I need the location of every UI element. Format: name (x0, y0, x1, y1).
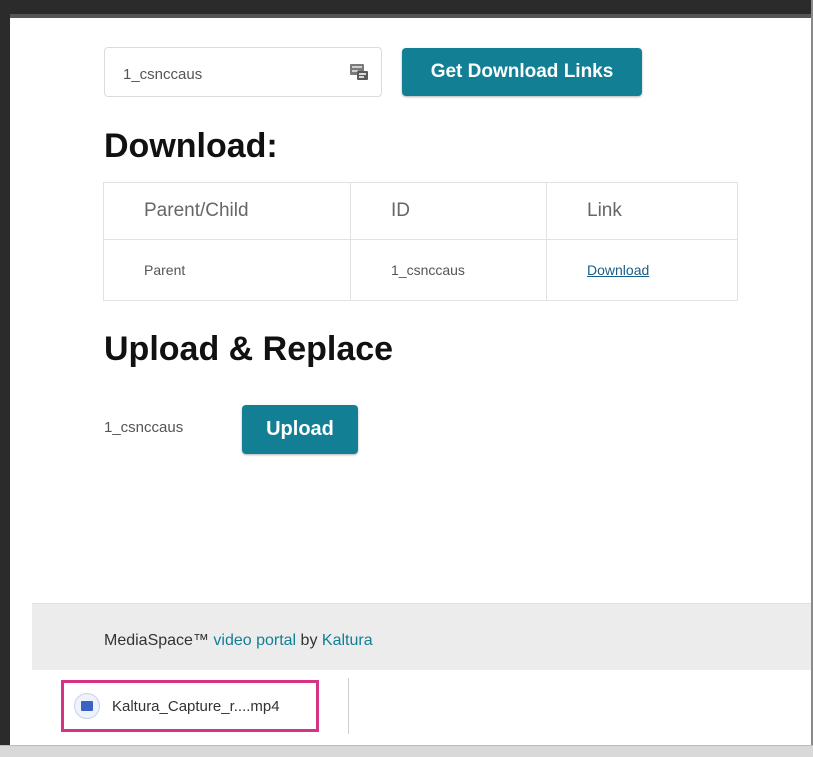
entry-id-input[interactable] (121, 62, 345, 86)
download-shelf: Kaltura_Capture_r....mp4 (10, 670, 811, 745)
download-table: Parent/Child ID Link Parent 1_csnccaus D… (103, 182, 738, 301)
window-bottom-frame (0, 745, 813, 757)
footer-credit: MediaSpace™ video portal by Kaltura (104, 632, 373, 650)
download-link[interactable]: Download (587, 262, 649, 278)
downloaded-file-item[interactable]: Kaltura_Capture_r....mp4 (61, 680, 319, 732)
shelf-divider (348, 678, 349, 734)
downloaded-file-name: Kaltura_Capture_r....mp4 (112, 697, 280, 715)
column-header-parent-child: Parent/Child (103, 182, 351, 240)
kaltura-link[interactable]: Kaltura (322, 632, 373, 649)
table-header-row: Parent/Child ID Link (103, 182, 738, 240)
footer-by: by (296, 632, 322, 649)
column-header-link: Link (546, 182, 738, 240)
upload-button[interactable]: Upload (242, 405, 358, 454)
window-left-frame (0, 0, 10, 756)
video-file-icon (74, 693, 100, 719)
video-portal-link[interactable]: video portal (213, 632, 296, 649)
page-footer: MediaSpace™ video portal by Kaltura (32, 603, 811, 671)
get-download-links-button[interactable]: Get Download Links (402, 48, 642, 96)
window-top-frame (0, 0, 813, 18)
column-header-id: ID (350, 182, 547, 240)
row-link-cell: Download (546, 239, 738, 301)
row-id-cell: 1_csnccaus (350, 239, 547, 301)
upload-replace-heading: Upload & Replace (104, 330, 394, 368)
upload-entry-id: 1_csnccaus (104, 419, 184, 436)
row-type-cell: Parent (103, 239, 351, 301)
autofill-card-icon[interactable] (349, 62, 369, 82)
entry-id-field[interactable] (104, 47, 382, 97)
table-row: Parent 1_csnccaus Download (103, 239, 738, 301)
download-heading: Download: (104, 127, 278, 165)
footer-prefix: MediaSpace™ (104, 632, 214, 649)
